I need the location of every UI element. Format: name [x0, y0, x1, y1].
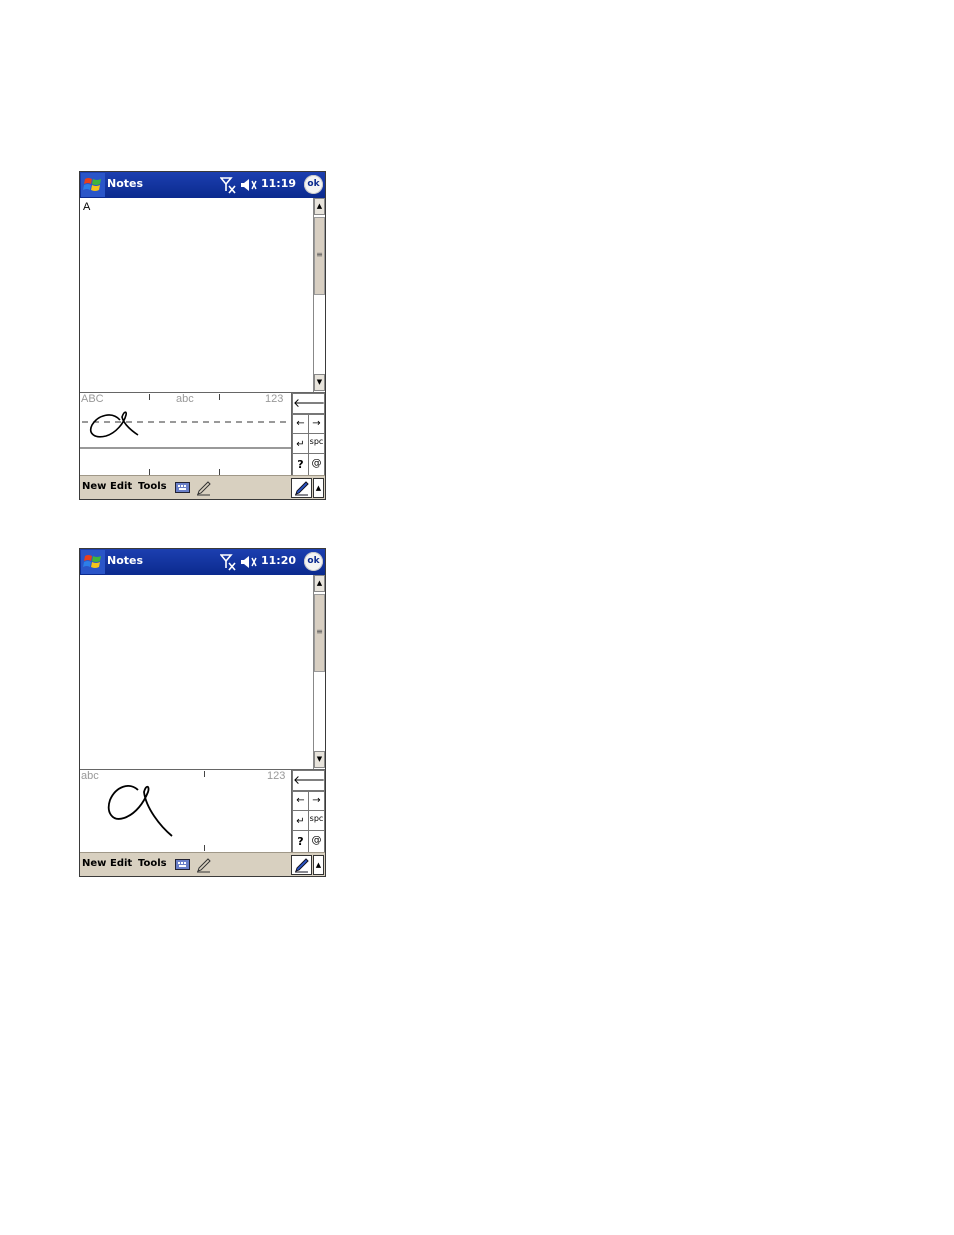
signal-icon[interactable]: [220, 176, 236, 194]
backspace-icon[interactable]: 🡐: [292, 770, 325, 791]
symbols-icon[interactable]: @: [308, 453, 325, 476]
space-key[interactable]: spc: [308, 810, 325, 831]
input-panel-button[interactable]: [291, 478, 312, 498]
windows-start-icon[interactable]: [81, 550, 105, 574]
space-key[interactable]: spc: [308, 433, 325, 454]
scroll-down-button[interactable]: ▼: [314, 751, 325, 768]
keyboard-icon[interactable]: [175, 859, 190, 870]
speaker-icon[interactable]: [240, 178, 258, 192]
menu-new[interactable]: New: [82, 858, 106, 869]
scroll-thumb[interactable]: ≡: [314, 217, 325, 295]
ink-stroke: [90, 411, 139, 438]
scroll-thumb[interactable]: ≡: [314, 594, 325, 672]
speaker-icon[interactable]: [240, 555, 258, 569]
scroll-down-button[interactable]: ▼: [314, 374, 325, 391]
title-bar: Notes 11:20 ok: [80, 549, 325, 575]
input-method-arrow[interactable]: ▲: [313, 855, 324, 875]
input-method-arrow[interactable]: ▲: [313, 478, 324, 498]
ok-button[interactable]: ok: [304, 552, 323, 571]
menu-tools[interactable]: Tools: [138, 481, 167, 492]
writing-area[interactable]: ABC abc 123: [80, 393, 291, 475]
note-text: A: [83, 201, 91, 213]
clock[interactable]: 11:19: [261, 177, 296, 190]
pen-icon[interactable]: [196, 857, 211, 873]
help-key[interactable]: ?: [292, 830, 309, 853]
handwriting-input-panel[interactable]: ABC abc 123 🡐 ← → ↵ spc ? @: [80, 392, 325, 476]
arrow-left-icon[interactable]: ←: [292, 414, 309, 434]
input-keys: 🡐 ← → ↵ spc ? @: [291, 770, 325, 853]
keyboard-icon[interactable]: [175, 482, 190, 493]
input-keys: 🡐 ← → ↵ spc ? @: [291, 393, 325, 476]
menu-edit[interactable]: Edit: [110, 481, 132, 492]
menu-new[interactable]: New: [82, 481, 106, 492]
pocket-pc-screen-1: Notes 11:19 ok A ▲ ≡ ▼ ABC abc 123 🡐 ← →…: [79, 171, 326, 500]
menu-edit[interactable]: Edit: [110, 858, 132, 869]
input-panel-pen-icon: [295, 481, 309, 496]
menu-tools[interactable]: Tools: [138, 858, 167, 869]
help-key[interactable]: ?: [292, 453, 309, 476]
scroll-up-button[interactable]: ▲: [314, 198, 325, 215]
backspace-icon[interactable]: 🡐: [292, 393, 325, 414]
input-panel-button[interactable]: [291, 855, 312, 875]
arrow-right-icon[interactable]: →: [308, 414, 325, 434]
app-title: Notes: [107, 554, 144, 567]
signal-icon[interactable]: [220, 553, 236, 571]
handwriting-input-panel[interactable]: abc 123 🡐 ← → ↵ spc ? @: [80, 769, 325, 853]
menu-bar: New Edit Tools ▲: [80, 475, 325, 499]
clock[interactable]: 11:20: [261, 554, 296, 567]
pocket-pc-screen-2: Notes 11:20 ok ▲ ≡ ▼ abc 123 🡐 ← → ↵ spc…: [79, 548, 326, 877]
scroll-up-button[interactable]: ▲: [314, 575, 325, 592]
app-title: Notes: [107, 177, 144, 190]
ink-stroke: [107, 785, 173, 837]
input-panel-pen-icon: [295, 858, 309, 873]
ok-button[interactable]: ok: [304, 175, 323, 194]
arrow-left-icon[interactable]: ←: [292, 791, 309, 811]
pen-icon[interactable]: [196, 480, 211, 496]
windows-start-icon[interactable]: [81, 173, 105, 197]
enter-icon[interactable]: ↵: [292, 433, 309, 454]
note-document[interactable]: [80, 575, 313, 770]
menu-bar: New Edit Tools ▲: [80, 852, 325, 876]
vertical-scrollbar[interactable]: ▲ ≡ ▼: [313, 198, 325, 393]
symbols-icon[interactable]: @: [308, 830, 325, 853]
arrow-right-icon[interactable]: →: [308, 791, 325, 811]
title-bar: Notes 11:19 ok: [80, 172, 325, 198]
vertical-scrollbar[interactable]: ▲ ≡ ▼: [313, 575, 325, 770]
note-document[interactable]: A: [80, 198, 313, 393]
enter-icon[interactable]: ↵: [292, 810, 309, 831]
writing-area[interactable]: abc 123: [80, 770, 291, 852]
